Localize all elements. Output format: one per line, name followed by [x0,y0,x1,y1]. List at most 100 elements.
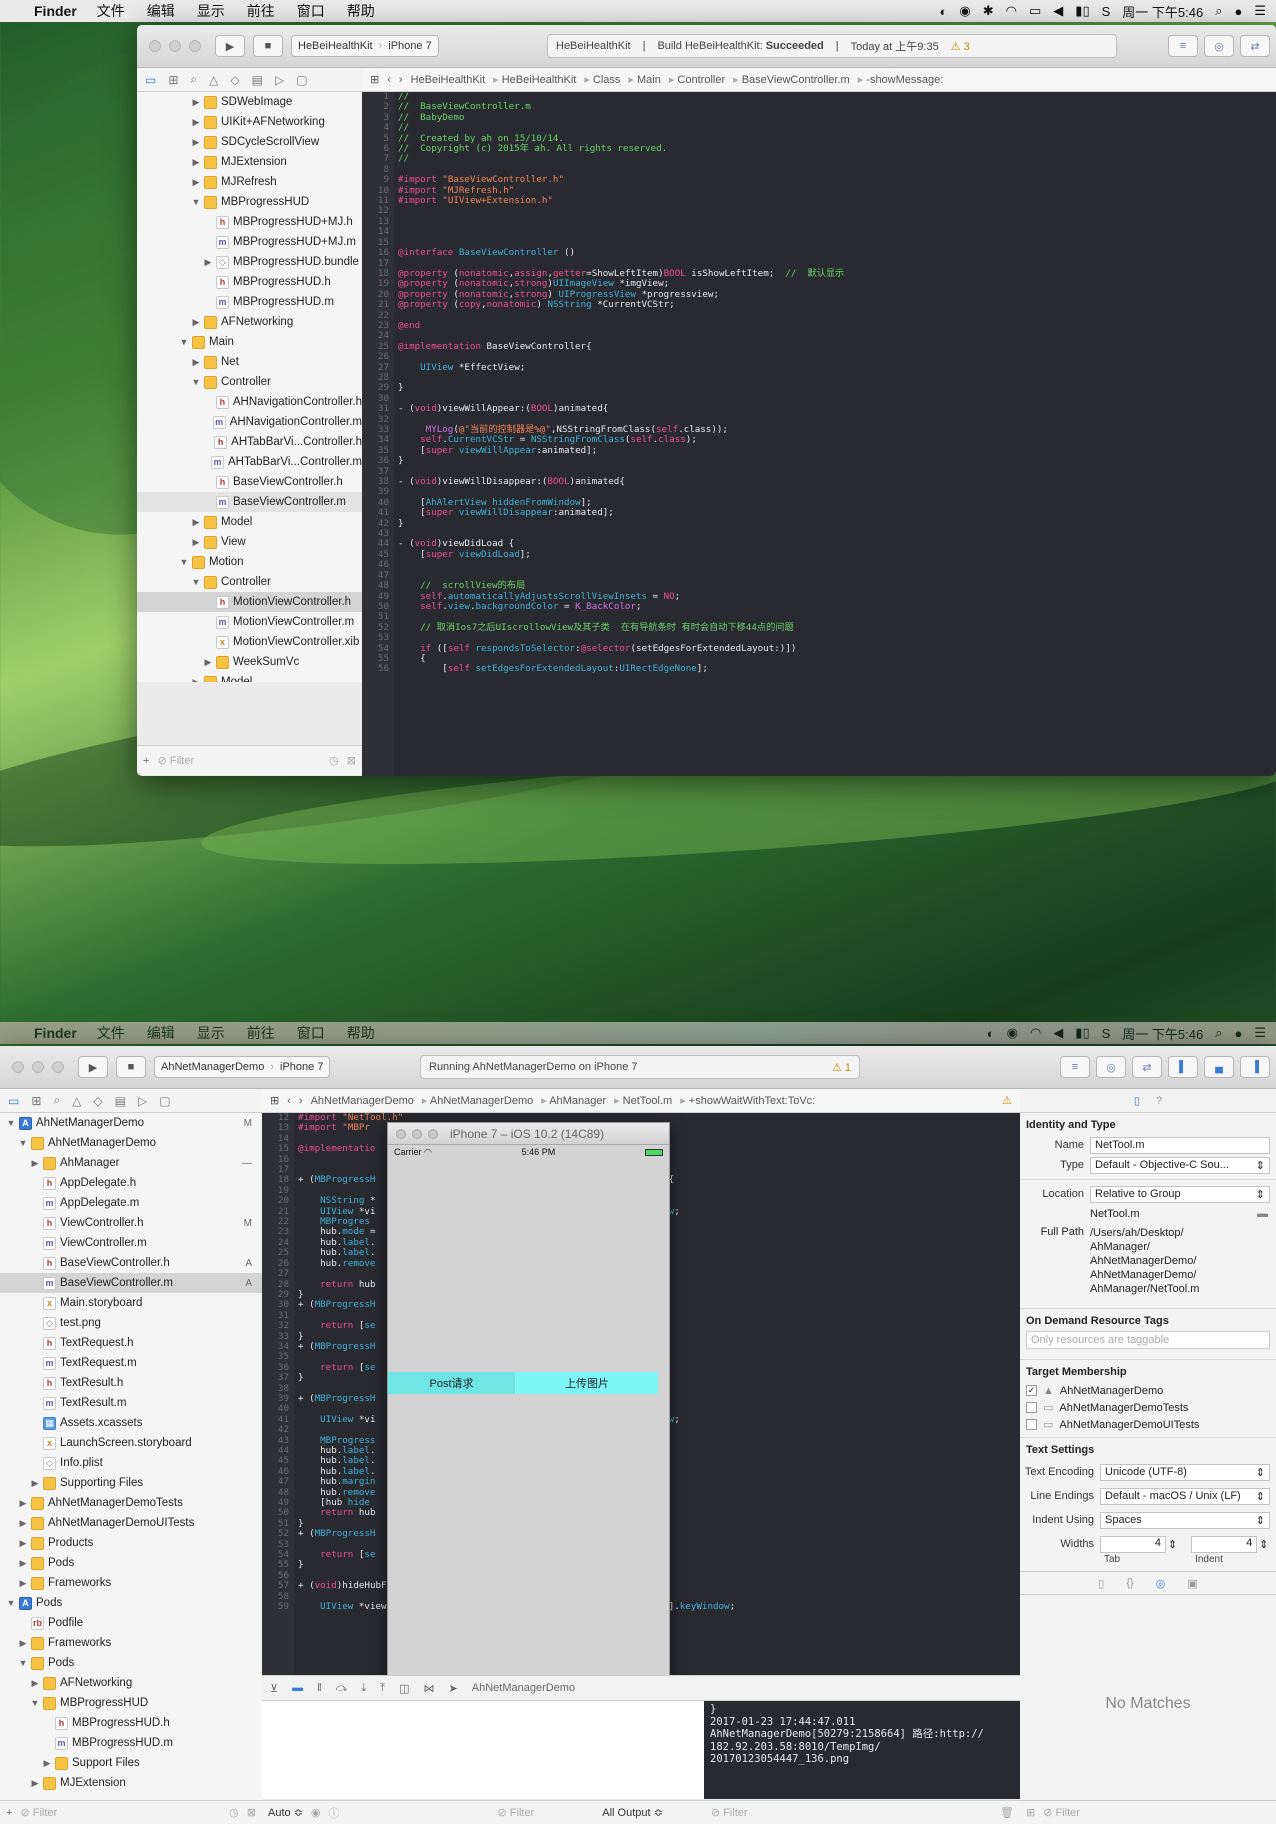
toggle-utilities-button[interactable]: ▐ [1240,1056,1270,1078]
crumb-class[interactable]: Class [584,73,621,86]
disclosure-open-icon[interactable]: ▼ [18,1658,28,1668]
volume-icon[interactable]: ◀ [1053,3,1063,19]
qq-icon[interactable]: ◐ [940,4,948,19]
console-output[interactable]: } 2017-01-23 17:44:47.011 AhNetManagerDe… [704,1701,1020,1799]
folder-item[interactable]: ▶ AhNetManagerDemoTests [0,1493,262,1513]
forward-button[interactable]: › [399,74,403,86]
folder-item[interactable]: ▶ Model [137,512,362,532]
folder-item[interactable]: ▶ Pods [0,1553,262,1573]
symbol-navigator-icon[interactable]: ⊞ [168,73,178,87]
location-popup[interactable]: Relative to Group ⇕ [1090,1185,1270,1203]
disclosure-closed-icon[interactable]: ▶ [30,1778,40,1789]
folder-item[interactable]: ▶ Net [137,352,362,372]
folder-item[interactable]: ▶ Frameworks [0,1633,262,1653]
grid-view-icon[interactable]: ⊞ [1026,1806,1035,1819]
file-item[interactable]: h BaseViewController.h A [0,1253,262,1273]
folder-item[interactable]: ▼ MBProgressHUD [0,1693,262,1713]
filter-field[interactable]: ⊘ Filter [20,1806,57,1819]
disclosure-closed-icon[interactable]: ▶ [18,1558,28,1569]
disclosure-closed-icon[interactable]: ▶ [18,1518,28,1529]
related-items-icon[interactable]: ⊞ [270,1094,279,1107]
issue-navigator-icon[interactable]: △ [72,1094,81,1108]
indent-width-field[interactable]: 4 [1191,1535,1258,1553]
crumb-file[interactable]: BaseViewController.m [733,73,850,86]
disclosure-closed-icon[interactable]: ▶ [191,537,201,548]
wifi-icon[interactable]: ◠ [1030,1025,1041,1041]
battery-icon[interactable]: ▮▯ [1075,1025,1089,1041]
file-item[interactable]: h AppDelegate.h [0,1173,262,1193]
info-icon[interactable]: ⓘ [329,1805,340,1821]
recent-filter-icon[interactable]: ◷ [229,1806,239,1819]
file-template-icon[interactable]: ▯ [1098,1577,1104,1590]
zoom-button[interactable] [189,40,201,52]
menu-go[interactable]: 前往 [247,1023,275,1043]
disclosure-open-icon[interactable]: ▼ [6,1118,16,1128]
warning-badge[interactable]: ⚠ 3 [951,40,970,53]
folder-item[interactable]: ▶ SDCycleScrollView [137,132,362,152]
folder-item[interactable]: ▶ Frameworks [0,1573,262,1593]
encoding-popup[interactable]: Unicode (UTF-8) ⇕ [1100,1463,1270,1481]
standard-editor-button[interactable]: ≡ [1060,1056,1090,1078]
target-checkbox-uitests[interactable]: ▭ AhNetManagerDemoUITests [1020,1416,1276,1433]
wechat-icon[interactable]: ◉ [959,3,970,19]
report-navigator-icon[interactable]: ▢ [296,73,307,87]
debug-navigator-icon[interactable]: ▤ [115,1094,126,1108]
quicklook-icon[interactable]: ◉ [311,1806,321,1819]
variables-filter[interactable]: ⊘ Filter [498,1806,535,1819]
version-editor-button[interactable]: ⇄ [1240,35,1270,57]
quick-help-icon[interactable]: ? [1156,1095,1162,1107]
disclosure-open-icon[interactable]: ▼ [191,377,201,387]
scm-filter-icon[interactable]: ⊠ [347,754,356,767]
crumb-controller[interactable]: Controller [669,73,725,86]
assistant-editor-button[interactable]: ◎ [1096,1056,1126,1078]
clock[interactable]: 周一 下午5:46 [1122,2,1203,21]
target-checkbox-app[interactable]: ✓ ▲ AhNetManagerDemo [1020,1382,1276,1399]
disclosure-open-icon[interactable]: ▼ [179,337,189,347]
stop-button[interactable]: ■ [253,35,283,57]
disclosure-closed-icon[interactable]: ▶ [18,1638,28,1649]
file-item[interactable]: ▼ A AhNetManagerDemo M [0,1113,262,1133]
post-request-button[interactable]: Post请求 [388,1372,516,1394]
target-checkbox-tests[interactable]: ▭ AhNetManagerDemoTests [1020,1399,1276,1416]
file-item[interactable]: rb Podfile [0,1613,262,1633]
file-item[interactable]: h TextRequest.h [0,1333,262,1353]
file-item[interactable]: m AppDelegate.m [0,1193,262,1213]
disclosure-closed-icon[interactable]: ▶ [30,1158,40,1169]
folder-item[interactable]: ▼ Pods [0,1653,262,1673]
step-over-icon[interactable]: ⤼ [336,1682,348,1695]
zoom-button[interactable] [52,1061,64,1073]
disclosure-closed-icon[interactable]: ▶ [191,517,201,528]
disclosure-closed-icon[interactable]: ▶ [18,1498,28,1509]
folder-item[interactable]: ▶ MJExtension [0,1773,262,1793]
name-field[interactable]: NetTool.m [1090,1136,1270,1154]
toggle-navigator-button[interactable]: ▌ [1168,1056,1198,1078]
find-navigator-icon[interactable]: ⌕ [190,72,197,87]
menu-go[interactable]: 前往 [247,1,275,21]
input-method-icon[interactable]: S [1102,4,1111,19]
disclosure-closed-icon[interactable]: ▶ [191,137,201,148]
menu-view[interactable]: 显示 [197,1,225,21]
file-item[interactable]: m MBProgressHUD.m [0,1733,262,1753]
crumb-group[interactable]: AhNetManagerDemo [422,1094,533,1107]
type-popup[interactable]: Default - Objective-C Sou... ⇕ [1090,1156,1270,1174]
breakpoints-toggle-icon[interactable]: ▬ [292,1682,303,1694]
recent-filter-icon[interactable]: ◷ [329,754,339,767]
toggle-debug-area-button[interactable]: ▄ [1204,1056,1234,1078]
media-library-icon[interactable]: ▣ [1187,1577,1197,1590]
file-item[interactable]: m MotionViewController.m [137,612,362,632]
disclosure-closed-icon[interactable]: ▶ [191,97,201,108]
object-library-icon[interactable]: ◎ [1156,1577,1166,1590]
file-item[interactable]: ▼ A Pods [0,1593,262,1613]
notification-center-icon[interactable]: ☰ [1254,1025,1266,1041]
folder-item[interactable]: ▶ AFNetworking [0,1673,262,1693]
trash-icon[interactable]: 🗑 [1000,1806,1014,1819]
disclosure-closed-icon[interactable]: ▶ [18,1538,28,1549]
symbol-navigator-icon[interactable]: ⊞ [31,1094,41,1108]
app-menu[interactable]: Finder [34,1025,77,1041]
disclosure-closed-icon[interactable]: ▶ [191,117,201,128]
back-button[interactable]: ‹ [387,74,391,86]
disclosure-open-icon[interactable]: ▼ [191,197,201,207]
sim-minimize-button[interactable] [412,1128,422,1139]
file-item[interactable]: m BaseViewController.m A [0,1273,262,1293]
file-item[interactable]: h TextResult.h [0,1373,262,1393]
